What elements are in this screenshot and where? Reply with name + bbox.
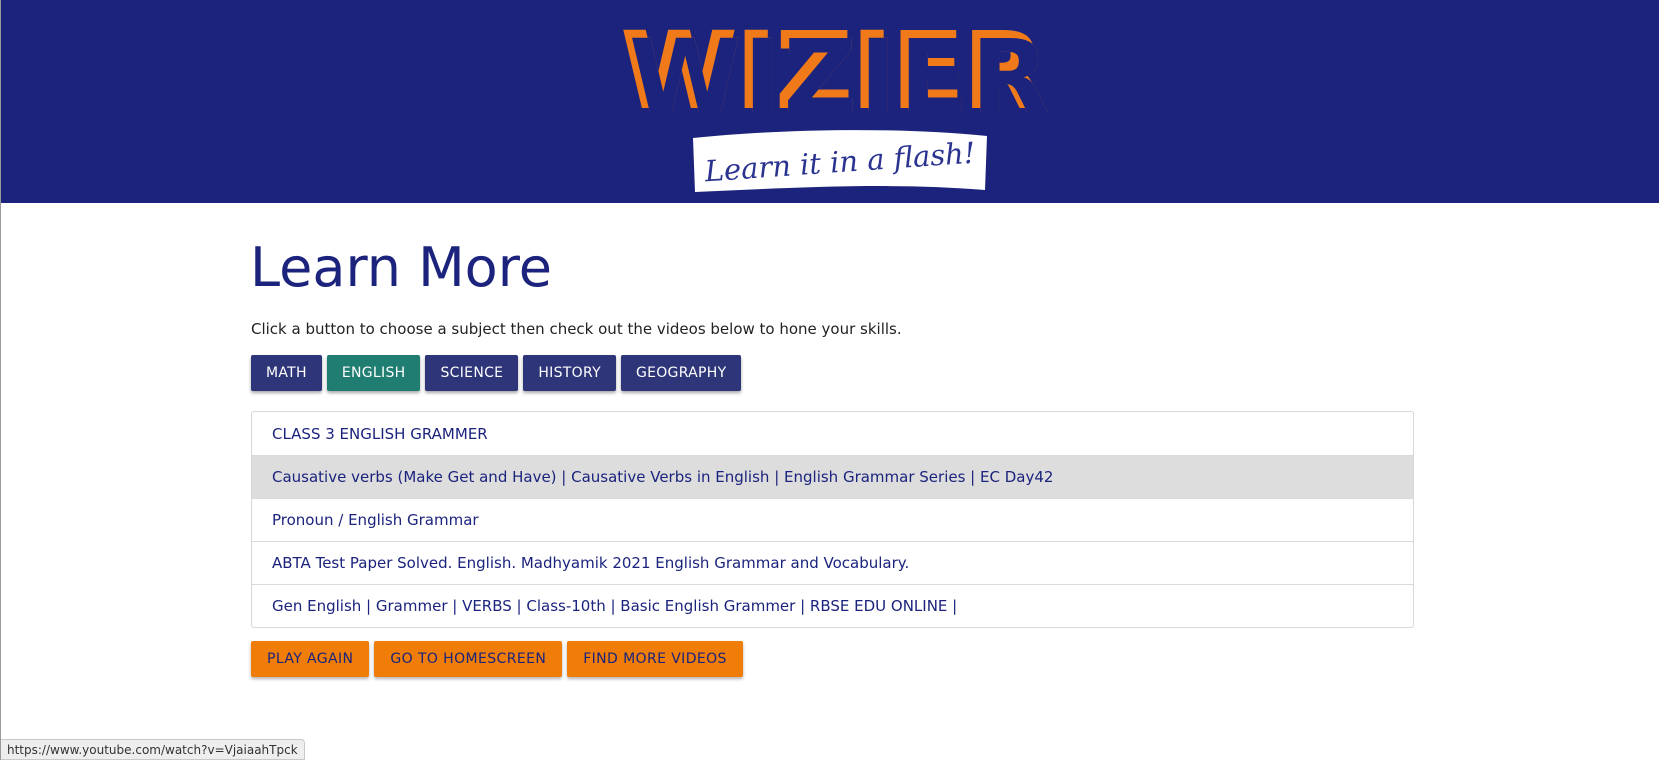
video-list: CLASS 3 ENGLISH GRAMMER Causative verbs … (251, 411, 1414, 628)
video-link[interactable]: ABTA Test Paper Solved. English. Madhyam… (252, 541, 1413, 584)
logo-wordmark: WIZIER WIZIER (621, 10, 1052, 138)
subject-button-math[interactable]: MATH (251, 355, 322, 391)
video-link[interactable]: Gen English | Grammer | VERBS | Class-10… (252, 584, 1413, 627)
find-more-videos-button[interactable]: FIND MORE VIDEOS (567, 641, 743, 677)
subject-button-english[interactable]: ENGLISH (326, 355, 421, 391)
status-bar-url: https://www.youtube.com/watch?v=VjaiaahT… (1, 739, 305, 760)
video-link[interactable]: Causative verbs (Make Get and Have) | Ca… (252, 455, 1413, 498)
subject-button-history[interactable]: HISTORY (523, 355, 616, 391)
page-title: Learn More (250, 236, 552, 299)
video-link[interactable]: CLASS 3 ENGLISH GRAMMER (252, 412, 1413, 455)
action-buttons: PLAY AGAIN GO TO HOMESCREEN FIND MORE VI… (251, 641, 743, 677)
subject-button-geography[interactable]: GEOGRAPHY (620, 355, 742, 391)
subject-button-science[interactable]: SCIENCE (425, 355, 519, 391)
page-instructions: Click a button to choose a subject then … (251, 320, 902, 338)
wizier-logo: WIZIER WIZIER Learn it in a flash! (621, 10, 1052, 196)
subject-buttons: MATH ENGLISH SCIENCE HISTORY GEOGRAPHY (251, 355, 742, 391)
site-header: WIZIER WIZIER Learn it in a flash! (1, 0, 1659, 203)
logo-tagline-banner: Learn it in a flash! (689, 130, 991, 194)
go-to-homescreen-button[interactable]: GO TO HOMESCREEN (374, 641, 563, 677)
play-again-button[interactable]: PLAY AGAIN (251, 641, 370, 677)
video-link[interactable]: Pronoun / English Grammar (252, 498, 1413, 541)
